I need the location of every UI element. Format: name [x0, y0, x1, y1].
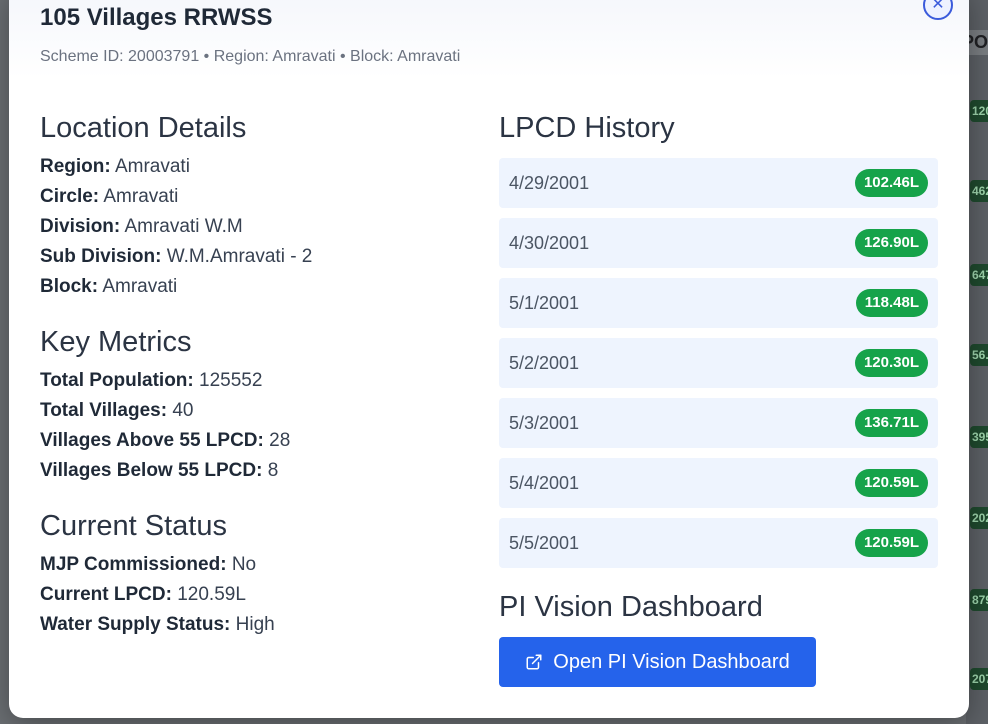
history-row: 4/30/2001 126.90L — [499, 218, 938, 268]
lpcd-badge: 120.30L — [854, 349, 928, 377]
lpcd-badge: 102.46L — [854, 169, 928, 197]
modal-title: 105 Villages RRWSS — [40, 4, 273, 31]
status-mjp-commissioned: MJP Commissioned: No — [40, 554, 257, 575]
status-heading: Current Status — [40, 510, 227, 542]
history-row: 4/29/2001 102.46L — [499, 158, 938, 208]
close-icon: ✕ — [931, 0, 945, 13]
metric-total-villages: Total Villages: 40 — [40, 400, 194, 421]
history-date: 5/4/2001 — [509, 473, 580, 493]
modal-subtitle: Scheme ID: 20003791 • Region: Amravati •… — [40, 48, 461, 65]
close-button[interactable]: ✕ — [923, 0, 953, 20]
background-chip: 202 — [970, 507, 988, 529]
background-chip: 56. — [970, 344, 988, 366]
modal-header: 105 Villages RRWSS Scheme ID: 20003791 •… — [9, 0, 969, 78]
lpcd-badge: 126.90L — [854, 229, 928, 257]
background-chip: 647 — [970, 264, 988, 286]
history-date: 4/30/2001 — [509, 233, 590, 253]
lpcd-badge: 118.48L — [855, 289, 928, 317]
pi-vision-heading: PI Vision Dashboard — [499, 591, 763, 623]
background-chip: 395 — [970, 426, 988, 448]
metric-total-population: Total Population: 125552 — [40, 370, 263, 391]
external-link-icon — [526, 654, 542, 670]
lpcd-badge: 120.59L — [854, 529, 928, 557]
history-row: 5/3/2001 136.71L — [499, 398, 938, 448]
scheme-details-modal: 105 Villages RRWSS Scheme ID: 20003791 •… — [9, 0, 969, 718]
background-chip: 879 — [970, 589, 988, 611]
history-date: 4/29/2001 — [509, 173, 590, 193]
metrics-heading: Key Metrics — [40, 326, 192, 358]
metric-villages-above: Villages Above 55 LPCD: 28 — [40, 430, 291, 451]
location-region: Region: Amravati — [40, 156, 190, 177]
location-heading: Location Details — [40, 112, 247, 144]
metric-villages-below: Villages Below 55 LPCD: 8 — [40, 460, 279, 481]
location-division: Division: Amravati W.M — [40, 216, 243, 237]
background-table-edge: PO 120 462 647 56. 395 202 879 207 — [957, 0, 988, 724]
lpcd-badge: 136.71L — [854, 409, 928, 437]
history-date: 5/3/2001 — [509, 413, 580, 433]
background-chip: 207 — [970, 668, 988, 690]
history-heading: LPCD History — [499, 112, 675, 144]
location-block: Block: Amravati — [40, 276, 178, 297]
status-current-lpcd: Current LPCD: 120.59L — [40, 584, 246, 605]
location-circle: Circle: Amravati — [40, 186, 179, 207]
open-pi-vision-label: Open PI Vision Dashboard — [553, 650, 790, 673]
history-date: 5/5/2001 — [509, 533, 580, 553]
background-chip: 462 — [970, 180, 988, 202]
history-row: 5/5/2001 120.59L — [499, 518, 938, 568]
history-row: 5/2/2001 120.30L — [499, 338, 938, 388]
location-sub-division: Sub Division: W.M.Amravati - 2 — [40, 246, 313, 267]
history-date: 5/1/2001 — [509, 293, 580, 313]
lpcd-history-list: 4/29/2001 102.46L 4/30/2001 126.90L 5/1/… — [499, 158, 938, 578]
open-pi-vision-button[interactable]: Open PI Vision Dashboard — [499, 637, 816, 687]
background-chip: 120 — [970, 100, 988, 122]
status-water-supply: Water Supply Status: High — [40, 614, 275, 635]
lpcd-badge: 120.59L — [854, 469, 928, 497]
history-row: 5/1/2001 118.48L — [499, 278, 938, 328]
history-row: 5/4/2001 120.59L — [499, 458, 938, 508]
history-date: 5/2/2001 — [509, 353, 580, 373]
